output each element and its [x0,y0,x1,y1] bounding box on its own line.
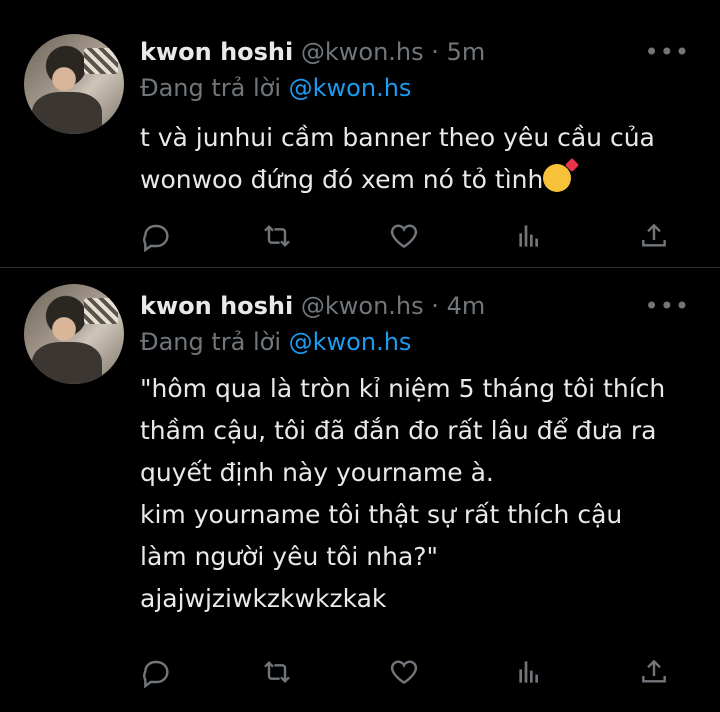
handle[interactable]: @kwon.hs [301,292,424,320]
analytics-icon[interactable] [514,656,546,688]
smiling-face-with-hearts-icon [543,164,572,192]
tweet-actions [140,220,680,253]
replying-to-label: Đang trả lời [140,328,282,356]
tweet-text-content: t và junhui cầm banner theo yêu cầu của … [140,123,655,194]
more-options-icon[interactable]: ••• [645,290,690,322]
retweet-icon[interactable] [261,220,293,252]
reply-icon[interactable] [140,220,172,253]
display-name[interactable]: kwon hoshi [140,38,293,66]
replying-to: Đang trả lời @kwon.hs [140,72,411,104]
like-icon[interactable] [388,656,420,688]
handle[interactable]: @kwon.hs [301,38,424,66]
timestamp[interactable]: 4m [447,292,486,320]
like-icon[interactable] [388,220,420,252]
mention-link[interactable]: @kwon.hs [289,74,412,102]
tweet[interactable]: kwon hoshi @kwon.hs · 4m ••• Đang trả lờ… [0,268,720,712]
replying-to-label: Đang trả lời [140,74,282,102]
tweet[interactable]: kwon hoshi @kwon.hs · 5m ••• Đang trả lờ… [0,0,720,267]
avatar[interactable] [24,284,124,384]
separator: · [431,292,439,320]
share-icon[interactable] [638,656,670,688]
tweet-text: "hôm qua là tròn kỉ niệm 5 tháng tôi thí… [140,374,666,613]
reply-icon[interactable] [140,656,172,689]
tweet-text: t và junhui cầm banner theo yêu cầu của … [140,117,700,201]
retweet-icon[interactable] [261,656,293,688]
more-options-icon[interactable]: ••• [645,36,690,68]
analytics-icon[interactable] [514,220,546,252]
tweet-actions [140,656,680,689]
separator: · [431,38,439,66]
tweet-header: kwon hoshi @kwon.hs · 4m [140,290,485,322]
avatar[interactable] [24,34,124,134]
display-name[interactable]: kwon hoshi [140,292,293,320]
replying-to: Đang trả lời @kwon.hs [140,326,411,358]
timestamp[interactable]: 5m [447,38,486,66]
share-icon[interactable] [638,220,670,252]
tweet-header: kwon hoshi @kwon.hs · 5m [140,36,485,68]
mention-link[interactable]: @kwon.hs [289,328,412,356]
